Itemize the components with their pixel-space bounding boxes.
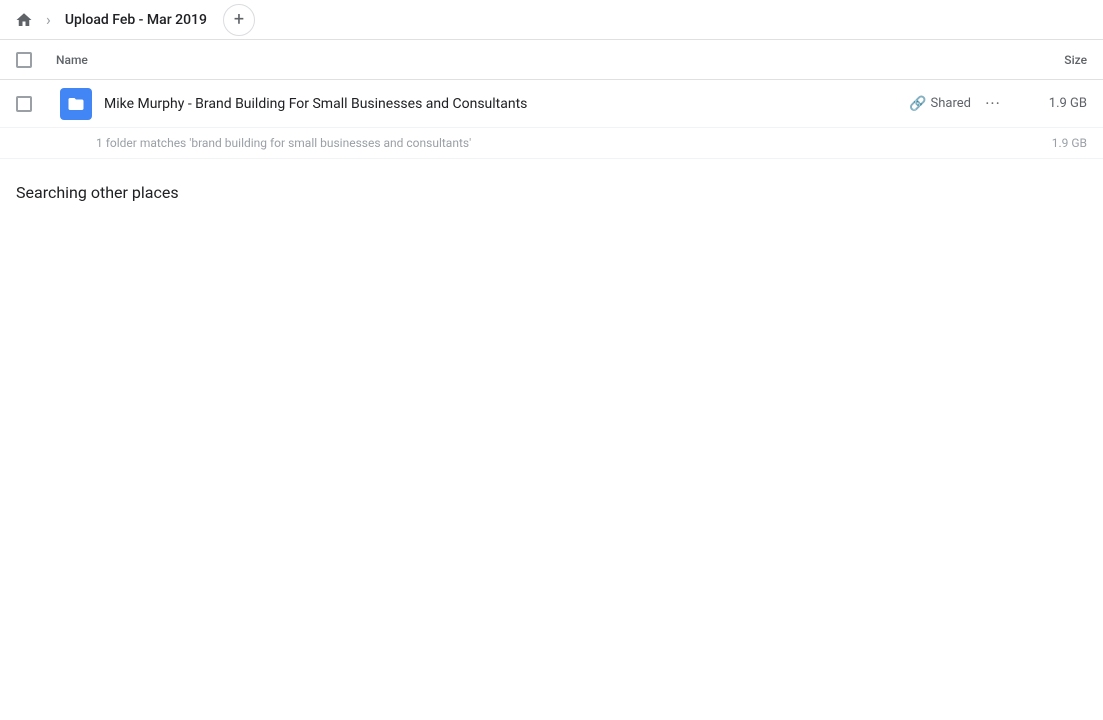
more-icon: ··· [985, 94, 1001, 113]
loading-dots [187, 191, 205, 195]
name-column-header: Name [56, 53, 1007, 67]
match-info-row: 1 folder matches 'brand building for sma… [0, 128, 1103, 159]
header-checkbox-col [16, 52, 56, 68]
column-header-row: Name Size [0, 40, 1103, 80]
row-checkbox[interactable] [16, 96, 32, 112]
size-column-header: Size [1007, 53, 1087, 67]
breadcrumb-bar: › Upload Feb - Mar 2019 + [0, 0, 1103, 40]
shared-badge: 🔗 Shared [909, 96, 971, 112]
more-options-button[interactable]: ··· [979, 90, 1007, 118]
file-name: Mike Murphy - Brand Building For Small B… [96, 96, 909, 112]
home-button[interactable] [8, 4, 40, 36]
table-row[interactable]: Mike Murphy - Brand Building For Small B… [0, 80, 1103, 128]
add-icon: + [234, 9, 244, 30]
searching-title: Searching other places [16, 183, 179, 202]
file-size: 1.9 GB [1007, 96, 1087, 111]
breadcrumb-item[interactable]: Upload Feb - Mar 2019 [57, 8, 215, 32]
breadcrumb-title: Upload Feb - Mar 2019 [65, 12, 207, 28]
file-icon-col [56, 88, 96, 120]
link-icon: 🔗 [909, 96, 926, 112]
file-actions: 🔗 Shared ··· [909, 90, 1007, 118]
searching-section: Searching other places [0, 159, 1103, 218]
add-button[interactable]: + [223, 4, 255, 36]
shared-label: Shared [931, 96, 971, 111]
match-info-text: 1 folder matches 'brand building for sma… [96, 136, 1007, 150]
match-info-size: 1.9 GB [1007, 136, 1087, 150]
folder-icon [60, 88, 92, 120]
select-all-checkbox[interactable] [16, 52, 32, 68]
row-checkbox-col [16, 96, 56, 112]
breadcrumb-chevron: › [46, 10, 51, 29]
